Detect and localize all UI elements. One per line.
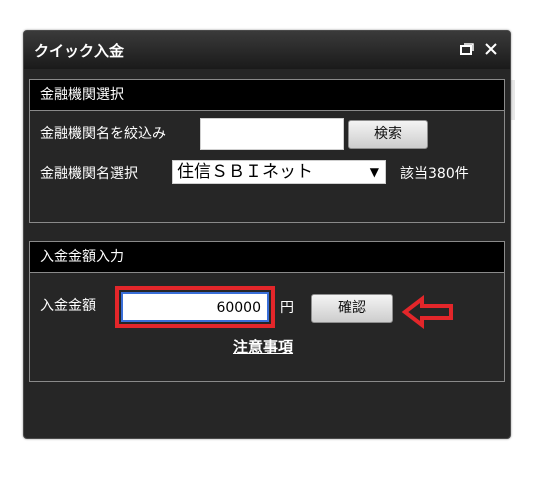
restore-window-icon[interactable] (460, 41, 474, 55)
bank-selection-header: 金融機関選択 (30, 80, 504, 111)
narrow-bank-label: 金融機関名を絞込み (40, 126, 166, 142)
bank-name-filter-input[interactable] (200, 118, 344, 150)
confirm-button[interactable]: 確認 (311, 294, 393, 323)
search-button[interactable]: 検索 (348, 120, 428, 149)
bank-select[interactable]: 住信ＳＢＩネット ▼ (172, 160, 386, 184)
match-count-label: 該当380件 (400, 166, 469, 182)
dropdown-arrow-icon: ▼ (369, 165, 379, 179)
window-controls (460, 41, 498, 55)
window-title: クイック入金 (34, 42, 125, 60)
deposit-amount-input[interactable]: 60000 (121, 292, 269, 322)
left-arrow-icon (401, 294, 455, 330)
page: クイック入金 金融機関選択 金融機関名を絞込み 検索 金融機関名選択 住信ＳＢＩ… (0, 0, 555, 482)
deposit-amount-label: 入金金額 (40, 298, 96, 314)
currency-unit-label: 円 (280, 300, 294, 316)
quick-deposit-window: クイック入金 金融機関選択 金融機関名を絞込み 検索 金融機関名選択 住信ＳＢＩ… (23, 30, 511, 439)
close-icon[interactable] (484, 41, 498, 55)
notes-link[interactable]: 注意事項 (233, 336, 293, 357)
bank-selection-section: 金融機関選択 金融機関名を絞込み 検索 金融機関名選択 住信ＳＢＩネット ▼ 該… (29, 79, 505, 223)
selected-bank-value: 住信ＳＢＩネット (177, 162, 313, 182)
select-bank-label: 金融機関名選択 (40, 166, 138, 182)
window-titlebar[interactable]: クイック入金 (24, 31, 510, 69)
deposit-amount-header: 入金金額入力 (30, 242, 504, 273)
